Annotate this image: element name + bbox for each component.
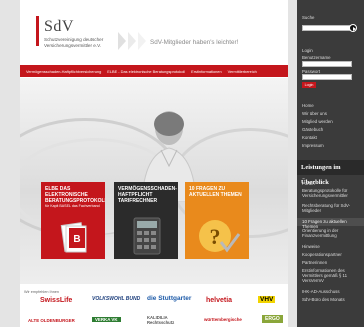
- chevron-decoration: [128, 32, 136, 50]
- nav-item-elbe[interactable]: ELBE - Das elektronische Beratungsprotok…: [107, 69, 185, 74]
- partner-logo-volkswohl-bund[interactable]: VOLKSWOHL BUND: [92, 296, 140, 302]
- overview-link-partnerinnen[interactable]: Partnerinnen: [302, 260, 362, 265]
- partners-heading: Wir empfehlen Ihnen: [24, 290, 60, 294]
- sidebar-link-about[interactable]: Wir über uns: [302, 111, 362, 116]
- overview-heading: Leistungen im Überblick: [297, 160, 364, 186]
- overview-link-ihk-ausschuss[interactable]: IHK-AD-Ausschuss: [302, 289, 362, 294]
- nav-item-erstinformationen[interactable]: Erstinformationen: [191, 69, 222, 74]
- overview-link-orientierung[interactable]: Orientierung in der Finanzvermittlung: [302, 228, 362, 238]
- logo-accent-bar: [36, 16, 39, 46]
- tile-tarifrechner[interactable]: VERMÖGENSSCHADEN-HAFTPFLICHT TARIFRECHNE…: [114, 182, 178, 259]
- partner-logo-verka[interactable]: VERKA VK: [92, 317, 121, 322]
- nav-item-vermittlerbereich[interactable]: Vermittlerbereich: [228, 69, 257, 74]
- partner-logo-vhv[interactable]: VHV: [258, 296, 276, 303]
- header-tagline: SdV-Mitglieder haben's leichter!: [150, 39, 239, 46]
- overview-link-kooperationspartner[interactable]: Kooperationspartner: [302, 252, 362, 257]
- login-button[interactable]: Login: [302, 82, 316, 88]
- svg-text:?: ?: [210, 224, 221, 249]
- question-mark-icon: ?: [199, 220, 241, 253]
- logo-subtitle: Schutzvereinigung deutscher Versicherung…: [44, 37, 104, 48]
- partner-logo-wuerttembergische[interactable]: württembergische: [204, 317, 242, 322]
- partner-logo-rechtsschutz[interactable]: KALIDILIA Rechtsschutz: [147, 315, 195, 326]
- search-submit-icon[interactable]: [349, 24, 357, 32]
- calculator-icon: [133, 217, 161, 255]
- logo-title[interactable]: SdV: [44, 18, 74, 36]
- search-label: Suche: [302, 15, 315, 20]
- overview-link-erstinformationen[interactable]: Erstinformationen des Vermittlers gemäß …: [302, 268, 362, 283]
- tile-10-fragen[interactable]: 10 FRAGEN ZU AKTUELLEN THEMEN ?: [185, 182, 249, 259]
- sidebar-link-guestbook[interactable]: Gästebuch: [302, 127, 362, 132]
- svg-text:B: B: [73, 234, 80, 245]
- chevron-decoration: [138, 32, 146, 50]
- login-label: Login: [302, 48, 313, 53]
- main-navigation: Vermögensschaden-Haftpflichtversicherung…: [20, 65, 288, 77]
- username-label: Benutzername: [302, 55, 331, 60]
- partner-logo-ergo[interactable]: ERGO: [262, 315, 283, 323]
- overview-link-forum[interactable]: Forum: [302, 181, 362, 186]
- tile-elbe-subtitle: für Kapit BASEL das Fachverband: [45, 204, 100, 208]
- tile-elbe[interactable]: ELBE DAS ELEKTRONISCHE BERATUNGSPROTOKOL…: [41, 182, 105, 259]
- document-stack-icon: B: [60, 222, 87, 253]
- username-input[interactable]: [302, 61, 352, 67]
- overview-link-rechtsberatung[interactable]: Rechtsberatung für SdV-Mitglieder: [302, 203, 362, 213]
- search-input[interactable]: [302, 25, 352, 31]
- sidebar-link-home[interactable]: Home: [302, 103, 362, 108]
- overview-link-hinweise[interactable]: Hinweise: [302, 244, 362, 249]
- overview-link-buero-des-monats[interactable]: SdV-Büro des Monats: [302, 297, 362, 302]
- partner-logo-helvetia[interactable]: helvetia: [206, 297, 232, 304]
- partner-logo-swisslife[interactable]: SwissLife: [40, 297, 72, 304]
- nav-item-haftpflicht[interactable]: Vermögensschaden-Haftpflichtversicherung: [26, 69, 101, 74]
- partner-logo-stuttgarter[interactable]: die Stuttgarter: [147, 295, 191, 302]
- partner-logo-alte-oldenburger[interactable]: ALTE OLDENBURGER: [28, 318, 75, 323]
- chevron-decoration: [118, 32, 126, 50]
- tile-10-fragen-title: 10 FRAGEN ZU AKTUELLEN THEMEN: [189, 186, 242, 198]
- tile-elbe-title: ELBE DAS ELEKTRONISCHE BERATUNGSPROTOKOL…: [45, 186, 105, 204]
- overview-link-beratungsprotokolle[interactable]: Beratungsprotokolle für Versicherungsver…: [302, 188, 362, 198]
- sidebar-link-contact[interactable]: Kontakt: [302, 135, 362, 140]
- sidebar-link-imprint[interactable]: Impressum: [302, 143, 362, 148]
- sidebar-link-membership[interactable]: Mitglied werden: [302, 119, 362, 124]
- password-input[interactable]: [302, 74, 352, 80]
- tile-tarifrechner-title: VERMÖGENSSCHADEN-HAFTPFLICHT TARIFRECHNE…: [118, 186, 177, 204]
